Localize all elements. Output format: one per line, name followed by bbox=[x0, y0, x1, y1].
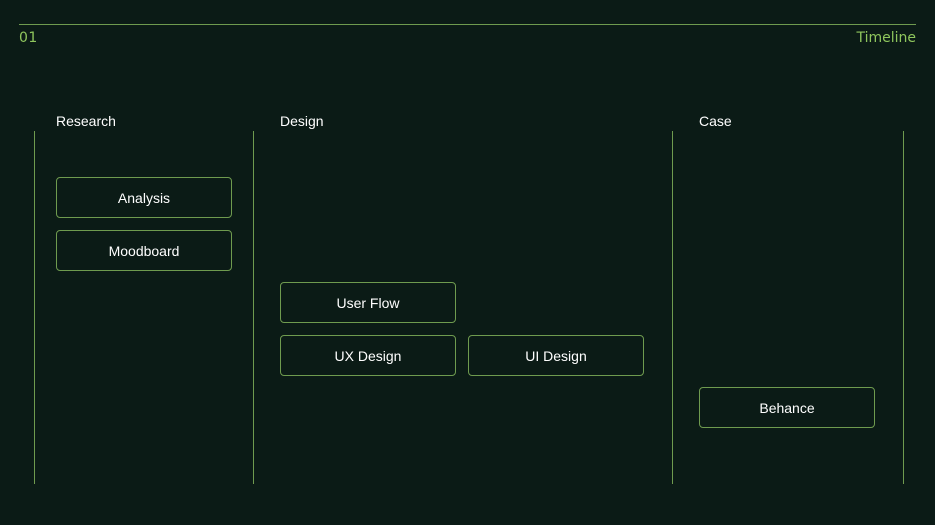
slide-number: 01 bbox=[19, 30, 38, 46]
column-divider-case-right bbox=[903, 131, 904, 484]
column-heading-research: Research bbox=[56, 113, 116, 129]
task-ux-design[interactable]: UX Design bbox=[280, 335, 456, 376]
task-behance[interactable]: Behance bbox=[699, 387, 875, 428]
task-moodboard[interactable]: Moodboard bbox=[56, 230, 232, 271]
task-user-flow[interactable]: User Flow bbox=[280, 282, 456, 323]
page-title: Timeline bbox=[856, 30, 916, 46]
column-divider-research-design bbox=[253, 131, 254, 484]
column-divider-research-left bbox=[34, 131, 35, 484]
column-divider-design-case bbox=[672, 131, 673, 484]
task-analysis[interactable]: Analysis bbox=[56, 177, 232, 218]
top-divider bbox=[19, 24, 916, 25]
task-ui-design[interactable]: UI Design bbox=[468, 335, 644, 376]
column-heading-design: Design bbox=[280, 113, 324, 129]
column-heading-case: Case bbox=[699, 113, 732, 129]
